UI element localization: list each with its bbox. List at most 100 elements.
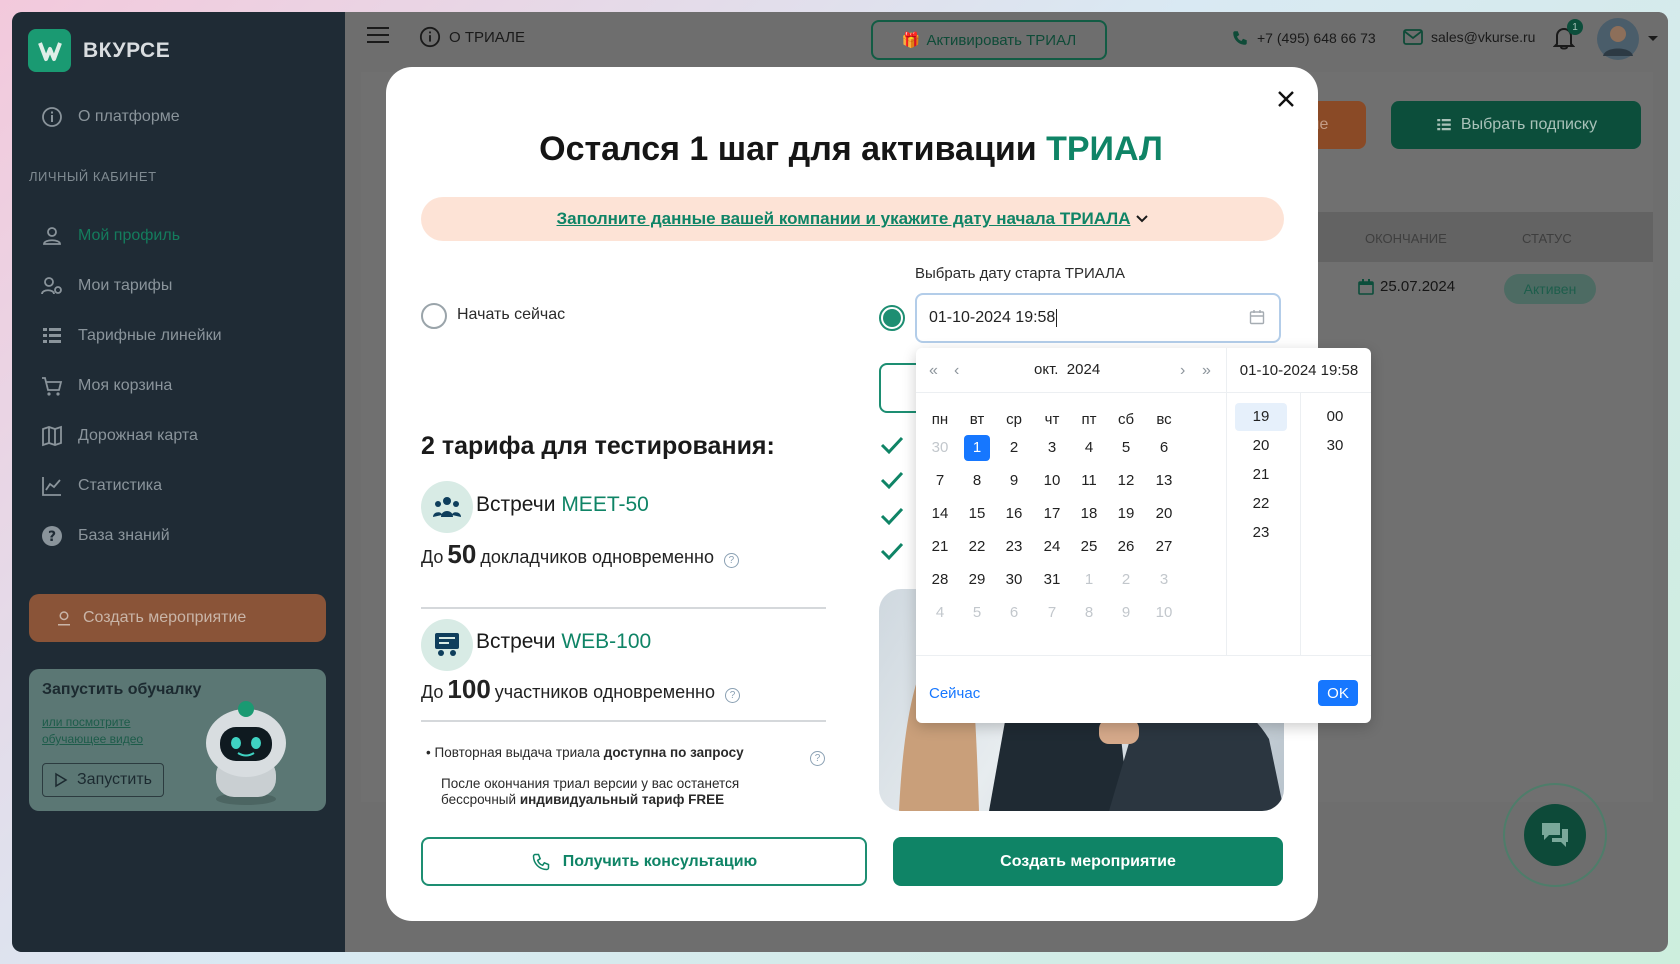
next-month-button[interactable]: › bbox=[1180, 362, 1185, 380]
next-year-button[interactable]: » bbox=[1202, 362, 1211, 380]
day-cell[interactable]: 7 bbox=[927, 468, 953, 494]
day-cell[interactable]: 2 bbox=[1113, 567, 1139, 593]
day-cell[interactable]: 3 bbox=[1151, 567, 1177, 593]
promo-video-link[interactable]: или посмотрите обучающее видео bbox=[42, 714, 172, 748]
hour-cell[interactable]: 22 bbox=[1235, 490, 1287, 518]
logo[interactable]: ВКУРСЕ bbox=[28, 29, 170, 72]
choose-subscription-label: Выбрать подписку bbox=[1460, 116, 1598, 133]
day-cell[interactable]: 9 bbox=[1001, 468, 1027, 494]
sidebar-item-tariff-lines[interactable]: Тарифные линейки bbox=[40, 324, 222, 348]
day-cell[interactable]: 16 bbox=[1001, 501, 1027, 527]
sidebar-item-profile[interactable]: Мой профиль bbox=[40, 224, 180, 248]
column-header-status: СТАТУС bbox=[1522, 231, 1572, 246]
get-consultation-button[interactable]: Получить консультацию bbox=[421, 837, 867, 886]
day-cell[interactable]: 3 bbox=[1039, 435, 1065, 461]
status-badge: Активен bbox=[1504, 274, 1596, 304]
day-cell[interactable]: 7 bbox=[1039, 600, 1065, 626]
sidebar-item-cart[interactable]: Моя корзина bbox=[40, 374, 172, 398]
hour-cell-selected[interactable]: 19 bbox=[1235, 403, 1287, 431]
day-cell[interactable]: 15 bbox=[964, 501, 990, 527]
hour-cell[interactable]: 21 bbox=[1235, 461, 1287, 489]
day-cell[interactable]: 20 bbox=[1151, 501, 1177, 527]
about-trial-link[interactable]: О ТРИАЛЕ bbox=[419, 26, 525, 48]
day-cell[interactable]: 27 bbox=[1151, 534, 1177, 560]
day-cell[interactable]: 18 bbox=[1076, 501, 1102, 527]
picker-month-year[interactable]: окт. 2024 bbox=[1034, 361, 1100, 378]
chat-button[interactable] bbox=[1503, 783, 1607, 887]
notifications-button[interactable]: 1 bbox=[1553, 19, 1583, 50]
pick-date-radio[interactable] bbox=[879, 305, 905, 331]
prev-year-button[interactable]: « bbox=[929, 362, 938, 380]
create-event-button[interactable]: Создать мероприятие bbox=[893, 837, 1283, 886]
day-cell[interactable]: 4 bbox=[1076, 435, 1102, 461]
start-now-radio[interactable] bbox=[421, 303, 447, 329]
day-cell[interactable]: 17 bbox=[1039, 501, 1065, 527]
sidebar-create-event-button[interactable]: Создать мероприятие bbox=[29, 594, 326, 642]
sidebar-item-statistics[interactable]: Статистика bbox=[40, 474, 162, 498]
day-cell[interactable]: 24 bbox=[1039, 534, 1065, 560]
day-cell[interactable]: 14 bbox=[927, 501, 953, 527]
sidebar-item-roadmap[interactable]: Дорожная карта bbox=[40, 424, 198, 448]
prev-month-button[interactable]: ‹ bbox=[954, 362, 959, 380]
email-link[interactable]: sales@vkurse.ru bbox=[1403, 29, 1535, 45]
day-cell[interactable]: 10 bbox=[1039, 468, 1065, 494]
day-cell[interactable]: 9 bbox=[1113, 600, 1139, 626]
day-cell[interactable]: 1 bbox=[1076, 567, 1102, 593]
promo-launch-button[interactable]: Запустить bbox=[42, 763, 164, 797]
ok-button[interactable]: OK bbox=[1318, 680, 1358, 706]
plan-desc-suffix: участников одновременно bbox=[494, 682, 716, 702]
day-cell[interactable]: 28 bbox=[927, 567, 953, 593]
day-cell[interactable]: 8 bbox=[1076, 600, 1102, 626]
day-cell-selected[interactable]: 1 bbox=[964, 435, 990, 461]
trial-start-date-input[interactable]: 01-10-2024 19:58 bbox=[915, 293, 1281, 343]
day-cell[interactable]: 4 bbox=[927, 600, 953, 626]
sidebar-item-tariffs[interactable]: Мои тарифы bbox=[40, 274, 172, 298]
question-icon[interactable]: ? bbox=[725, 688, 741, 703]
day-cell[interactable]: 21 bbox=[927, 534, 953, 560]
day-cell[interactable]: 26 bbox=[1113, 534, 1139, 560]
topbar: О ТРИАЛЕ 🎁 Активировать ТРИАЛ +7 (495) 6… bbox=[345, 12, 1668, 64]
sidebar-item-knowledge-base[interactable]: ? База знаний bbox=[40, 524, 170, 548]
day-cell[interactable]: 30 bbox=[927, 435, 953, 461]
promo-title: Запустить обучалку bbox=[42, 681, 202, 698]
day-cell[interactable]: 12 bbox=[1113, 468, 1139, 494]
day-cell[interactable]: 13 bbox=[1151, 468, 1177, 494]
logo-badge-icon bbox=[28, 29, 71, 72]
day-cell[interactable]: 10 bbox=[1151, 600, 1177, 626]
close-button[interactable] bbox=[1272, 85, 1300, 113]
day-cell[interactable]: 5 bbox=[964, 600, 990, 626]
activate-trial-button[interactable]: 🎁 Активировать ТРИАЛ bbox=[871, 20, 1107, 60]
calendar-icon[interactable] bbox=[1249, 309, 1265, 325]
day-cell[interactable]: 25 bbox=[1076, 534, 1102, 560]
start-now-label: Начать сейчас bbox=[457, 306, 566, 323]
sidebar-item-about[interactable]: О платформе bbox=[40, 105, 180, 129]
day-cell[interactable]: 31 bbox=[1039, 567, 1065, 593]
now-button[interactable]: Сейчас bbox=[929, 685, 980, 702]
day-cell[interactable]: 5 bbox=[1113, 435, 1139, 461]
phone-link[interactable]: +7 (495) 648 66 73 bbox=[1231, 29, 1376, 47]
picker-year[interactable]: 2024 bbox=[1067, 361, 1100, 378]
check-icon bbox=[880, 507, 904, 526]
question-icon[interactable]: ? bbox=[723, 553, 739, 568]
day-cell[interactable]: 6 bbox=[1151, 435, 1177, 461]
day-cell[interactable]: 11 bbox=[1076, 468, 1102, 494]
day-cell[interactable]: 6 bbox=[1001, 600, 1027, 626]
day-cell[interactable]: 2 bbox=[1001, 435, 1027, 461]
day-cell[interactable]: 8 bbox=[964, 468, 990, 494]
company-data-link[interactable]: Заполните данные вашей компании и укажит… bbox=[557, 209, 1131, 229]
question-icon[interactable]: ? bbox=[810, 751, 825, 766]
user-menu[interactable] bbox=[1597, 18, 1659, 60]
hour-cell[interactable]: 23 bbox=[1235, 519, 1287, 547]
day-cell[interactable]: 30 bbox=[1001, 567, 1027, 593]
day-cell[interactable]: 23 bbox=[1001, 534, 1027, 560]
minute-cell[interactable]: 00 bbox=[1309, 403, 1361, 431]
company-data-banner[interactable]: Заполните данные вашей компании и укажит… bbox=[421, 197, 1284, 241]
minute-cell[interactable]: 30 bbox=[1309, 432, 1361, 460]
menu-toggle-button[interactable] bbox=[367, 26, 389, 44]
day-cell[interactable]: 22 bbox=[964, 534, 990, 560]
day-cell[interactable]: 29 bbox=[964, 567, 990, 593]
hour-cell[interactable]: 20 bbox=[1235, 432, 1287, 460]
about-trial-label: О ТРИАЛЕ bbox=[449, 28, 525, 46]
picker-month[interactable]: окт. bbox=[1034, 361, 1058, 378]
day-cell[interactable]: 19 bbox=[1113, 501, 1139, 527]
